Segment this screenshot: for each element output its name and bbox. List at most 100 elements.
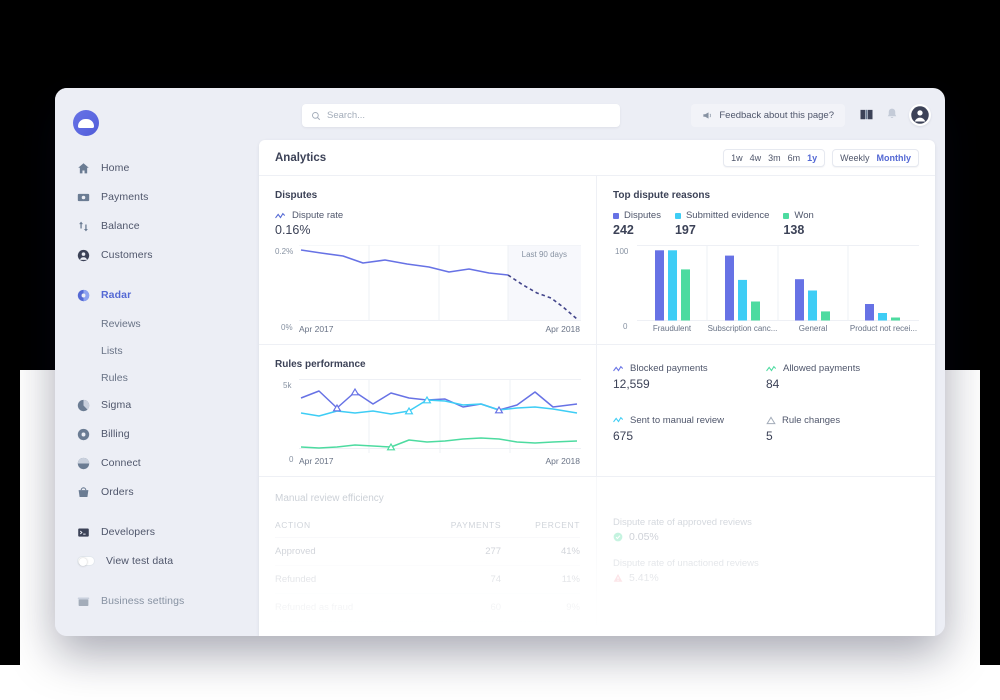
sidebar-item-label: Balance [101, 220, 140, 232]
range-option-3m[interactable]: 3m [768, 153, 781, 163]
rules-performance-chart: 5k 0 Apr 2017 Apr 2018 [275, 379, 581, 466]
top-dispute-reasons-panel: Top dispute reasons Disputes 242 Submitt… [597, 176, 935, 344]
sidebar-item-radar[interactable]: Radar [55, 285, 240, 305]
feedback-button[interactable]: Feedback about this page? [691, 104, 845, 127]
stripe-cloud-logo[interactable] [73, 110, 99, 136]
home-icon [78, 162, 89, 173]
range-option-4w[interactable]: 4w [750, 153, 762, 163]
unactioned-reviews-value: 5.41% [629, 572, 659, 584]
manual-review-efficiency-panel: Manual review efficiency ACTION PAYMENTS… [259, 477, 597, 632]
docs-button[interactable] [859, 107, 875, 123]
sidebar-subitem-label: Lists [101, 344, 123, 357]
range-option-1w[interactable]: 1w [731, 153, 743, 163]
sidebar-item-balance[interactable]: Balance [55, 216, 240, 236]
legend-value: 138 [783, 223, 805, 237]
x-tick-start: Apr 2017 [299, 456, 334, 466]
x-tick-general: General [798, 324, 828, 333]
interval-selector[interactable]: Weekly Monthly [832, 148, 919, 167]
sidebar-item-view-test-data[interactable]: View test data [55, 551, 240, 571]
charts-row-2: Rules performance 5k 0 Apr 2017 Apr 2018… [259, 345, 935, 477]
backdrop-right [980, 370, 1000, 665]
app-window: Home Payments Balance Customers Radar Re… [55, 88, 945, 636]
table-row[interactable]: Approved 277 41% [275, 537, 580, 566]
sidebar-item-payments[interactable]: Payments [55, 187, 240, 207]
y-tick-top: 5k [283, 381, 292, 390]
sidebar-item-orders[interactable]: Orders [55, 482, 240, 502]
disputes-chart: 0.2% 0% Last 90 days Apr 2017 Apr 2018 [275, 245, 581, 334]
customers-icon [77, 249, 90, 261]
sidebar-item-label: Orders [101, 486, 134, 498]
notifications-button[interactable] [885, 107, 901, 123]
unactioned-reviews-stat: Dispute rate of unactioned reviews 5.41% [613, 558, 919, 584]
approved-reviews-stat: Dispute rate of approved reviews 0.05% [613, 517, 919, 543]
bar-group-product-not-received [865, 304, 900, 321]
business-settings-icon [77, 596, 90, 606]
table-row[interactable]: Refunded 74 11% [275, 565, 580, 594]
sidebar-item-billing[interactable]: Billing [55, 424, 240, 444]
sidebar-item-label: Developers [101, 526, 156, 538]
billing-icon [77, 428, 90, 440]
warning-icon [613, 573, 623, 582]
sidebar-item-developers[interactable]: Developers [55, 522, 240, 542]
range-option-6m[interactable]: 6m [788, 153, 801, 163]
disputes-panel: Disputes Dispute rate 0.16% 0.2% 0% Last… [259, 176, 597, 344]
column-payments: PAYMENTS [412, 513, 502, 538]
kpi-value: 675 [613, 428, 634, 443]
legend-label: Disputes [624, 210, 661, 221]
legend-item-submitted-evidence: Submitted evidence 197 [674, 210, 769, 237]
cell-percent: 9% [501, 593, 580, 622]
interval-option-monthly[interactable]: Monthly [877, 153, 912, 163]
sidebar-item-business-settings[interactable]: Business settings [55, 591, 240, 611]
view-test-data-toggle[interactable] [77, 556, 95, 566]
column-percent: PERCENT [501, 513, 580, 538]
avatar[interactable] [909, 104, 931, 126]
kpi-label-text: Rule changes [782, 414, 841, 426]
rules-performance-svg [299, 379, 581, 453]
search-input[interactable]: Search... [302, 104, 620, 127]
legend-value: 197 [674, 223, 696, 237]
search-icon [312, 111, 321, 120]
sidebar-item-customers[interactable]: Customers [55, 245, 240, 265]
developers-icon [78, 527, 89, 537]
sidebar-subitem-reviews[interactable]: Reviews [55, 314, 240, 333]
sidebar-subitem-rules[interactable]: Rules [55, 368, 240, 387]
bar-group-subscription-cancelled [725, 255, 760, 321]
cell-percent: 11% [501, 565, 580, 594]
sidebar-item-connect[interactable]: Connect [55, 453, 240, 473]
range-option-1y[interactable]: 1y [807, 153, 817, 163]
user-avatar-icon [911, 106, 929, 124]
disputes-line-svg: Last 90 days [299, 245, 581, 321]
top-reasons-chart: 100 0 Fraudulent Subscription canc... Ge… [613, 245, 919, 333]
kpi-value: 5 [766, 428, 773, 443]
interval-option-weekly[interactable]: Weekly [840, 153, 869, 163]
charts-row-1: Disputes Dispute rate 0.16% 0.2% 0% Last… [259, 176, 935, 345]
radar-icon [77, 289, 90, 301]
bar-group-fraudulent [655, 250, 690, 321]
kpi-rule-changes: Rule changes 5 [766, 415, 919, 449]
sidebar-item-label: Business settings [101, 595, 185, 607]
cell-payments: 277 [412, 537, 502, 566]
kpi-sent-to-manual-review: Sent to manual review 675 [613, 415, 766, 449]
approved-reviews-label: Dispute rate of approved reviews [613, 517, 752, 528]
topbar: Search... Feedback about this page? [240, 88, 945, 140]
legend-swatch-submitted-evidence [674, 212, 681, 219]
kpi-label-text: Allowed payments [783, 363, 861, 374]
top-reasons-bar-svg [637, 245, 919, 321]
sidebar-item-label: Radar [101, 289, 132, 301]
sidebar-item-home[interactable]: Home [55, 158, 240, 178]
x-tick-product: Product not recei... [849, 324, 918, 333]
kpi-blocked-payments: Blocked payments 12,559 [613, 363, 766, 397]
date-range-selector[interactable]: 1w 4w 3m 6m 1y [723, 148, 826, 167]
sidebar-item-sigma[interactable]: Sigma [55, 395, 240, 415]
check-circle-icon [613, 532, 623, 542]
cell-action: Refunded as fraud [275, 593, 413, 622]
kpi-value: 84 [766, 377, 780, 391]
sidebar-subitem-lists[interactable]: Lists [55, 341, 240, 360]
x-tick-start: Apr 2017 [299, 324, 334, 334]
sparkline-icon [613, 416, 623, 423]
legend-item-won: Won 138 [783, 210, 814, 237]
table-row[interactable]: Refunded as fraud 60 9% [275, 593, 580, 622]
y-tick-bottom: 0 [623, 322, 628, 331]
